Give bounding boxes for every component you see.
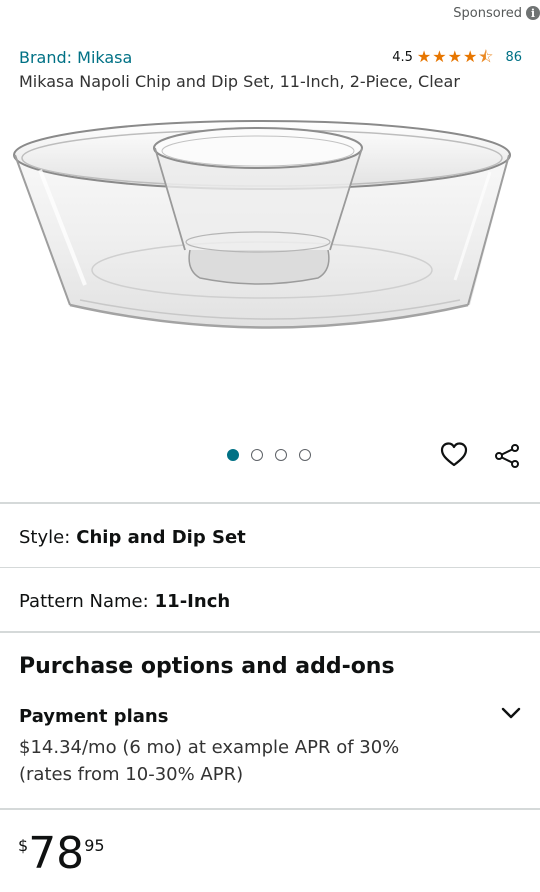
pagination-dot[interactable] [275,449,287,461]
star-icon: ★ [432,47,447,66]
image-pagination [227,449,311,461]
purchase-options-heading: Purchase options and add-ons [19,654,395,679]
section-divider [0,808,540,810]
sponsored-label[interactable]: Sponsored i [453,4,540,22]
rating-summary[interactable]: 4.5 ★ ★ ★ ★ ⯪ 86 [392,49,522,65]
pattern-label: Pattern Name: [19,591,149,612]
pattern-value: 11-Inch [154,591,231,612]
pagination-dot[interactable] [227,449,239,461]
brand-link[interactable]: Brand: Mikasa [19,48,132,67]
chevron-down-icon[interactable] [498,700,524,726]
half-star-icon: ⯪ [478,47,494,66]
pagination-dot[interactable] [299,449,311,461]
payment-plans-heading[interactable]: Payment plans [19,706,168,727]
price-fraction: 95 [84,836,105,855]
sponsored-text: Sponsored [453,5,522,21]
pagination-dot[interactable] [251,449,263,461]
section-divider [0,502,540,504]
product-title[interactable]: Mikasa Napoli Chip and Dip Set, 11-Inch,… [19,72,530,91]
rating-count: 86 [505,49,522,65]
product-page: Sponsored i Brand: Mikasa 4.5 ★ ★ ★ ★ ⯪ … [0,0,540,892]
brand-rating-row: Brand: Mikasa 4.5 ★ ★ ★ ★ ⯪ 86 [19,46,522,68]
price: $ 78 95 [18,828,105,880]
info-icon[interactable]: i [526,6,540,20]
star-rating: ★ ★ ★ ★ ⯪ [417,49,494,65]
style-row[interactable]: Style: Chip and Dip Set [19,527,246,548]
share-icon[interactable] [494,443,520,469]
price-whole: 78 [28,828,85,879]
star-icon: ★ [416,47,432,66]
pattern-row[interactable]: Pattern Name: 11-Inch [19,591,230,612]
product-image[interactable] [0,110,540,410]
payment-plan-rates: (rates from 10-30% APR) [19,764,244,785]
section-divider [0,567,540,568]
price-symbol: $ [18,836,29,855]
star-icon: ★ [447,47,462,66]
style-label: Style: [19,527,71,548]
payment-plan-line: $14.34/mo (6 mo) at example APR of 30% [19,737,400,758]
heart-icon[interactable] [440,441,468,469]
section-divider [0,631,540,633]
star-icon: ★ [462,47,478,66]
rating-value: 4.5 [392,49,413,65]
style-value: Chip and Dip Set [76,527,246,548]
